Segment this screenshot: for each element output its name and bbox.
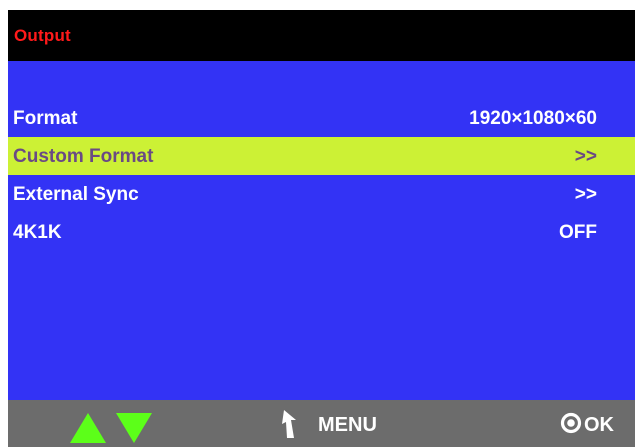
menu-item-external-sync[interactable]: External Sync >>	[8, 175, 635, 213]
ring-dot-icon	[560, 412, 582, 434]
submenu-arrow: >>	[574, 146, 597, 167]
triangle-down-icon[interactable]	[116, 413, 152, 443]
menu-item-value: OFF	[559, 222, 597, 243]
menu-item-label: Format	[13, 108, 78, 129]
menu-item-value: 1920×1080×60	[469, 108, 597, 129]
submenu-arrow: >>	[574, 184, 597, 205]
menu-item-format[interactable]: Format 1920×1080×60	[8, 99, 635, 137]
title-bar: Output	[8, 10, 635, 61]
footer-bar: MENU OK	[8, 400, 635, 447]
menu-item-label: External Sync	[13, 184, 139, 205]
triangle-up-icon[interactable]	[70, 413, 106, 443]
menu-button-label: MENU	[318, 414, 377, 436]
ok-button-label: OK	[584, 414, 614, 436]
menu-item-4k1k[interactable]: 4K1K OFF	[8, 213, 635, 251]
page-title: Output	[14, 26, 71, 45]
menu-list: Format 1920×1080×60 Custom Format >> Ext…	[8, 99, 635, 251]
menu-item-custom-format[interactable]: Custom Format >>	[8, 137, 635, 175]
menu-item-label: 4K1K	[13, 222, 62, 243]
menu-item-label: Custom Format	[13, 146, 154, 167]
osd-screen: Output Format 1920×1080×60 Custom Format…	[8, 10, 635, 447]
back-arrow-icon	[282, 410, 296, 438]
